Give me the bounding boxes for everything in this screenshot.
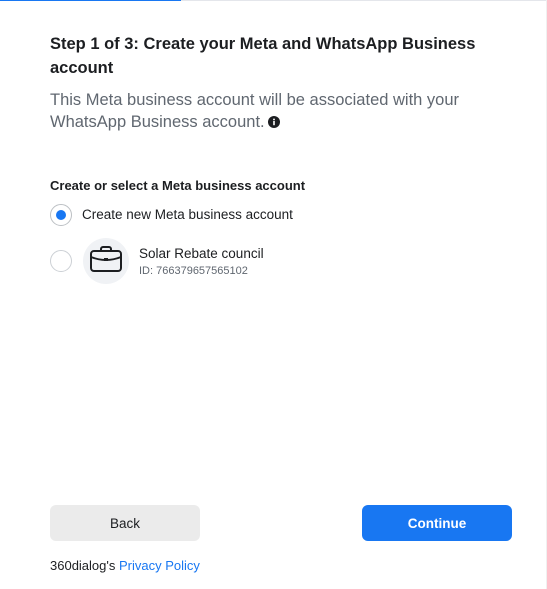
radio-selected-dot	[56, 210, 66, 220]
progress-bar	[0, 0, 547, 1]
info-icon[interactable]	[267, 112, 280, 128]
progress-bar-fill	[0, 0, 181, 1]
onboarding-dialog: Step 1 of 3: Create your Meta and WhatsA…	[0, 0, 547, 589]
account-id: ID: 766379657565102	[139, 264, 248, 277]
account-details: Solar Rebate council ID: 766379657565102	[139, 245, 264, 278]
create-new-account-label: Create new Meta business account	[82, 207, 293, 222]
create-new-account-option[interactable]: Create new Meta business account	[50, 204, 293, 226]
footer-prefix: 360dialog's	[50, 558, 119, 573]
account-name: Solar Rebate council	[139, 245, 264, 261]
existing-account-option[interactable]: Solar Rebate council ID: 766379657565102	[50, 238, 264, 284]
existing-account-radio[interactable]	[50, 250, 72, 272]
briefcase-icon	[89, 245, 123, 278]
step-title: Step 1 of 3: Create your Meta and WhatsA…	[50, 35, 476, 77]
step-subtitle-text: This Meta business account will be assoc…	[50, 91, 460, 131]
back-button[interactable]: Back	[50, 505, 200, 541]
business-avatar	[83, 238, 129, 284]
privacy-footer: 360dialog's Privacy Policy	[50, 558, 200, 574]
account-selection-label: Create or select a Meta business account	[50, 178, 306, 193]
privacy-policy-link[interactable]: Privacy Policy	[119, 558, 200, 573]
step-subtitle: This Meta business account will be assoc…	[50, 89, 490, 133]
continue-button[interactable]: Continue	[362, 505, 512, 541]
create-new-account-radio[interactable]	[50, 204, 72, 226]
